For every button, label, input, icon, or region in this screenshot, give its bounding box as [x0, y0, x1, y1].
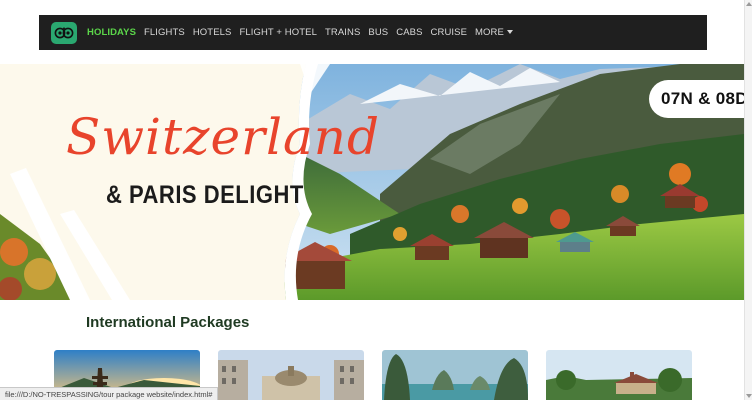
nav-item-more-label: MORE — [475, 27, 504, 38]
scroll-up-arrow-icon[interactable] — [746, 2, 752, 6]
package-card-halong[interactable] — [382, 350, 528, 400]
duration-badge: 07N & 08D — [649, 80, 744, 118]
vertical-scrollbar[interactable] — [744, 0, 752, 400]
nav-item-hotels[interactable]: HOTELS — [193, 27, 232, 38]
section-title-international-packages: International Packages — [86, 314, 250, 331]
nav-item-cabs[interactable]: CABS — [396, 27, 422, 38]
halong-bay-image — [382, 350, 528, 400]
nav-item-bus[interactable]: BUS — [368, 27, 388, 38]
european-town-image — [546, 350, 692, 400]
owl-eyes-logo-icon[interactable] — [51, 21, 77, 44]
nav-item-more[interactable]: MORE — [475, 27, 513, 38]
nav-item-holidays[interactable]: HOLIDAYS — [87, 27, 136, 38]
hero-title-switzerland: Switzerland — [66, 108, 380, 166]
nav-item-flights[interactable]: FLIGHTS — [144, 27, 185, 38]
browser-status-bar: file:///D:/NO-TRESPASSING/tour package w… — [0, 387, 219, 400]
paris-building-image — [218, 350, 364, 400]
navbar: HOLIDAYS FLIGHTS HOTELS FLIGHT + HOTEL T… — [39, 15, 707, 50]
caret-down-icon — [506, 30, 513, 35]
hero-title-paris-delight: & PARIS DELIGHT — [106, 180, 304, 209]
scroll-down-arrow-icon[interactable] — [746, 394, 752, 398]
nav-item-cruise[interactable]: CRUISE — [431, 27, 468, 38]
nav-item-trains[interactable]: TRAINS — [325, 27, 360, 38]
package-card-european-town[interactable] — [546, 350, 692, 400]
page: HOLIDAYS FLIGHTS HOTELS FLIGHT + HOTEL T… — [0, 0, 752, 400]
package-card-paris[interactable] — [218, 350, 364, 400]
nav-item-flight-hotel[interactable]: FLIGHT + HOTEL — [239, 27, 317, 38]
hero-banner[interactable]: Switzerland & PARIS DELIGHT 07N & 08D — [0, 64, 744, 300]
